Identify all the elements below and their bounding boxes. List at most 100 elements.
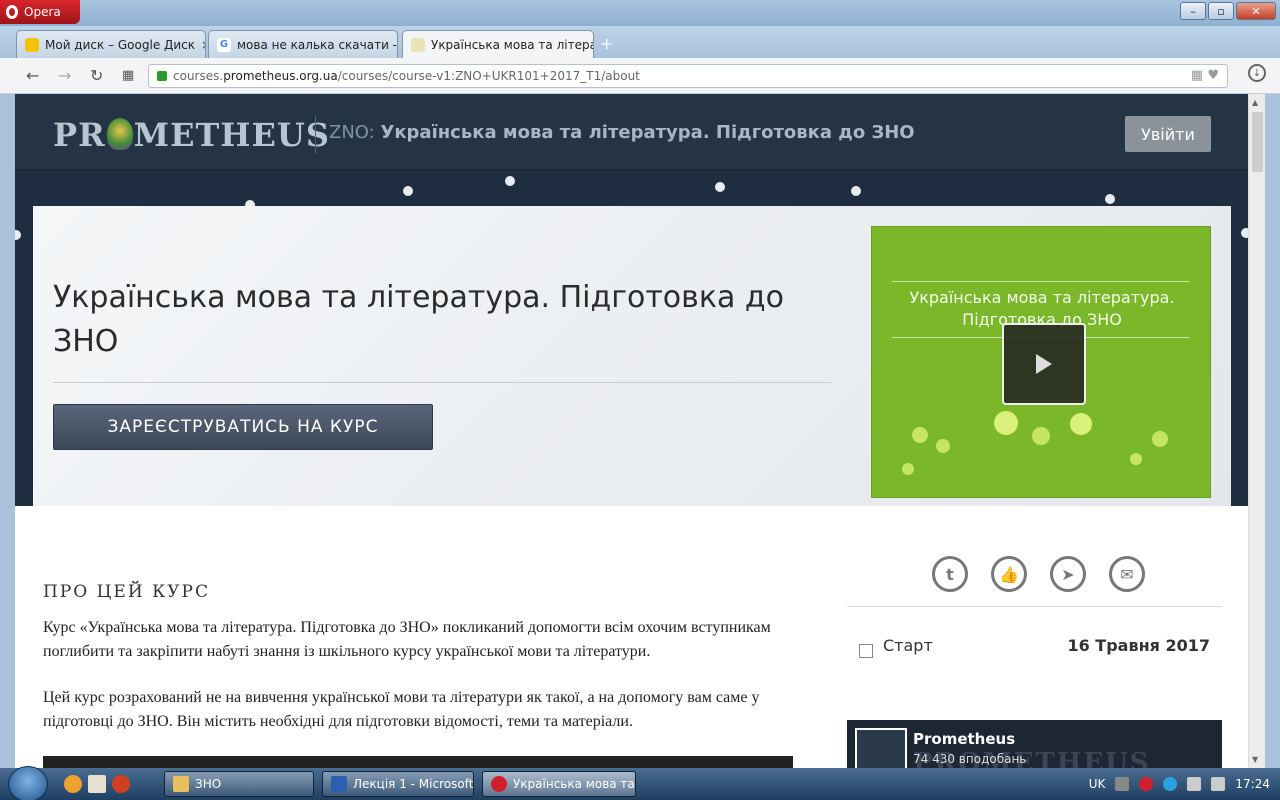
scroll-up-icon[interactable]: ▲ (1252, 98, 1258, 107)
video-rule (892, 281, 1190, 282)
twitter-icon[interactable]: t (932, 556, 968, 592)
quicklaunch-icon[interactable] (88, 775, 106, 793)
tree-node (994, 411, 1018, 435)
facebook-page-widget[interactable]: PROMETHEUS Prometheus 74 430 вподобань (847, 720, 1222, 768)
clock[interactable]: 17:24 (1235, 777, 1270, 791)
start-date: 16 Травня 2017 (1067, 636, 1210, 655)
page-viewport: PR METHEUS ZNO: Українська мова та літера… (15, 94, 1248, 768)
login-button[interactable]: Увійти (1125, 116, 1211, 152)
embedded-video[interactable] (43, 756, 793, 768)
start-button[interactable] (8, 766, 48, 800)
tab-label: Українська мова та літера (431, 37, 594, 52)
navigation-bar: ← → ↻ ▦ courses.prometheus.org.ua/course… (0, 58, 1280, 94)
taskbar-label: Лекція 1 - Microsoft... (353, 777, 474, 791)
taskbar-item-zno[interactable]: ЗНО (164, 771, 314, 797)
bookmark-heart-icon[interactable]: ▦ ♥ (1191, 68, 1219, 83)
sidebar-divider (847, 606, 1222, 607)
play-icon (1036, 354, 1052, 374)
video-play-button[interactable] (1002, 323, 1086, 405)
maximize-button[interactable]: ▫ (1208, 2, 1234, 20)
skype-icon[interactable] (1163, 777, 1178, 791)
download-icon[interactable]: ↓ (1248, 64, 1266, 82)
forward-icon[interactable]: → (58, 66, 71, 85)
minimize-button[interactable]: – (1180, 2, 1206, 20)
opera-icon (491, 776, 507, 792)
window-titlebar: Opera – ▫ ✕ (0, 0, 1280, 26)
tree-node (1152, 431, 1168, 447)
tree-node (1130, 453, 1142, 465)
tab-google-drive[interactable]: Мой диск – Google Диск × (16, 30, 206, 58)
quicklaunch-icon[interactable] (64, 775, 82, 793)
opera-menu-button[interactable]: Opera (0, 0, 80, 24)
taskbar-item-opera[interactable]: Українська мова та... (482, 771, 636, 797)
like-icon[interactable]: 👍 (991, 556, 1027, 592)
taskbar-item-word[interactable]: Лекція 1 - Microsoft... (322, 771, 474, 797)
reload-icon[interactable]: ↻ (90, 66, 103, 85)
tab-label: мова не калька скачати - (237, 37, 398, 52)
network-dot (403, 186, 413, 196)
tab-label: Мой диск – Google Диск (45, 37, 196, 52)
tab-prometheus[interactable]: Українська мова та літера × (402, 30, 594, 58)
network-dot (15, 230, 21, 240)
quicklaunch-icon[interactable] (112, 775, 130, 793)
fb-page-name[interactable]: Prometheus (913, 730, 1015, 748)
new-tab-button[interactable]: + (600, 34, 613, 53)
tab-bar: Мой диск – Google Диск × G мова не кальк… (0, 26, 1280, 58)
about-paragraph-2: Цей курс розрахований не на вивчення укр… (43, 689, 760, 730)
enroll-button[interactable]: ЗАРЕЄСТРУВАТИСЬ НА КУРС (53, 404, 433, 450)
tree-node (1070, 413, 1092, 435)
opera-logo-icon (6, 5, 18, 19)
window-controls: – ▫ ✕ (1180, 2, 1276, 20)
scroll-down-icon[interactable]: ▼ (1252, 755, 1258, 764)
close-window-button[interactable]: ✕ (1236, 2, 1276, 20)
volume-icon[interactable] (1211, 777, 1226, 791)
window-frame-right (1265, 94, 1280, 768)
tree-node (936, 439, 950, 453)
fb-avatar[interactable] (855, 728, 907, 768)
course-content: ПРО ЦЕЙ КУРС Курс «Українська мова та лі… (15, 506, 1248, 768)
prometheus-logo[interactable]: PR METHEUS (53, 116, 330, 154)
tab-close-icon[interactable]: × (201, 38, 205, 52)
app-name: Opera (24, 5, 61, 19)
telegram-icon[interactable]: ➤ (1050, 556, 1086, 592)
windows-taskbar: ЗНО Лекція 1 - Microsoft... Українська м… (0, 766, 1280, 800)
google-icon: G (217, 37, 231, 52)
calendar-icon (859, 644, 873, 658)
window-frame-left (0, 94, 15, 768)
fb-likes-count: 74 430 вподобань (913, 752, 1027, 766)
scroll-thumb[interactable] (1252, 112, 1263, 172)
hero-section: Українська мова та література. Підготовк… (15, 170, 1248, 506)
tree-node (1032, 427, 1050, 445)
course-title: Українська мова та література. Підготовк… (53, 280, 784, 359)
lock-icon (157, 71, 167, 81)
word-icon (331, 776, 347, 792)
email-icon[interactable]: ✉ (1109, 556, 1145, 592)
folder-icon (173, 776, 189, 792)
speed-dial-icon[interactable]: ▦ (122, 68, 134, 83)
bulb-icon (411, 37, 425, 52)
network-dot (505, 176, 515, 186)
hero-divider (53, 382, 831, 383)
keyboard-icon[interactable] (1115, 777, 1130, 791)
address-bar[interactable]: courses.prometheus.org.ua/courses/course… (148, 64, 1228, 88)
network-dot (851, 186, 861, 196)
network-icon[interactable] (1187, 777, 1202, 791)
start-label: Старт (883, 636, 933, 655)
language-indicator[interactable]: UK (1089, 777, 1106, 791)
system-tray: UK 17:24 (1089, 768, 1280, 800)
google-drive-icon (25, 37, 39, 52)
taskbar-label: ЗНО (195, 777, 222, 791)
opera-tray-icon[interactable] (1139, 777, 1154, 791)
network-dot (1241, 228, 1248, 238)
network-dot (715, 182, 725, 192)
tab-google-search[interactable]: G мова не калька скачати - × (208, 30, 398, 58)
tree-node (902, 463, 914, 475)
network-dot (1105, 194, 1115, 204)
page-scrollbar[interactable]: ▲ ▼ (1248, 94, 1265, 768)
course-video[interactable]: Українська мова та література. Підготовк… (871, 226, 1211, 498)
taskbar-label: Українська мова та... (513, 777, 636, 791)
logo-bulb-icon (106, 118, 133, 150)
tree-node (912, 427, 928, 443)
back-icon[interactable]: ← (26, 66, 39, 85)
site-header: PR METHEUS ZNO: Українська мова та літера… (15, 94, 1248, 170)
